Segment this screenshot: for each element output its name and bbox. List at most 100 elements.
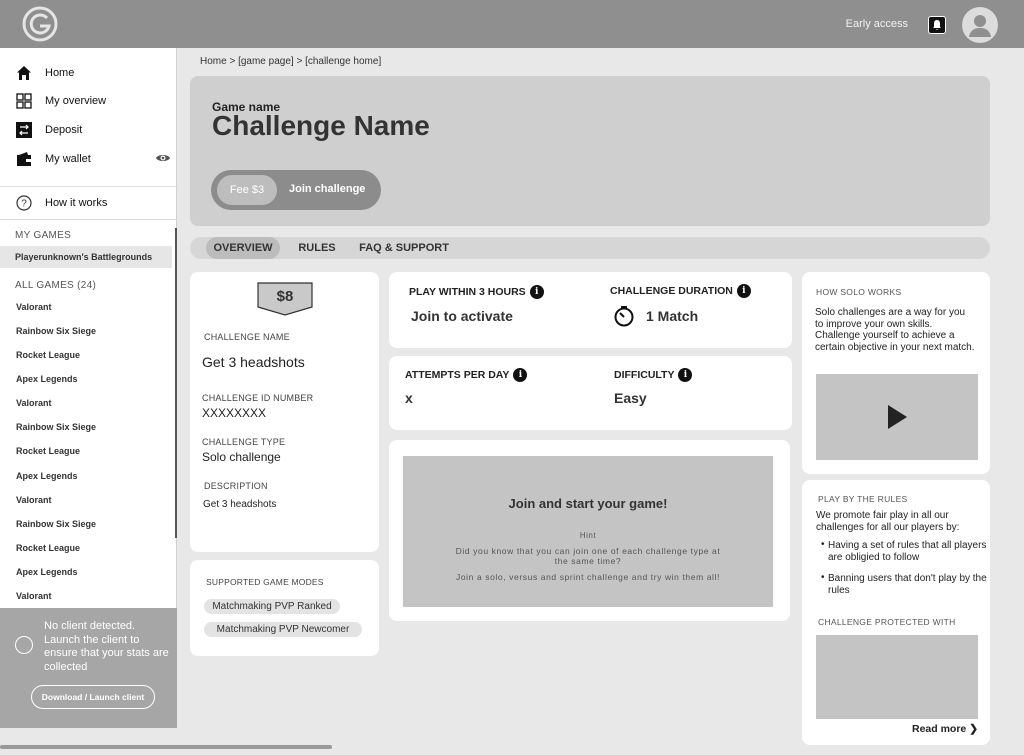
sidebar-game-item[interactable]: Rainbow Six Siege — [16, 422, 96, 432]
challenge-duration-value: 1 Match — [646, 308, 699, 324]
info-icon[interactable]: i — [529, 285, 544, 299]
how-solo-title: HOW SOLO WORKS — [816, 287, 902, 297]
game-modes-card: SUPPORTED GAME MODES Matchmaking PVP Ran… — [190, 560, 379, 656]
hint-banner: Join and start your game! Hint Did you k… — [403, 456, 773, 607]
client-status-panel: No client detected. Launch the client to… — [0, 608, 177, 728]
sidebar-game-item[interactable]: Valorant — [16, 495, 52, 505]
home-icon — [17, 66, 31, 80]
svg-text:?: ? — [21, 199, 27, 210]
hint-title: Join and start your game! — [508, 496, 668, 511]
protected-title: CHALLENGE PROTECTED WITH — [818, 617, 956, 627]
my-games-title: MY GAMES — [15, 230, 72, 241]
play-within-label: PLAY WITHIN 3 HOURS i — [409, 285, 544, 299]
sidebar-game-item[interactable]: Rainbow Six Siege — [16, 519, 96, 529]
hint-card: Join and start your game! Hint Did you k… — [389, 440, 790, 621]
rules-intro: We promote fair play in all our challeng… — [816, 510, 960, 533]
sidebar-game-item[interactable]: Rocket League — [16, 446, 80, 456]
rules-bullet: • Having a set of rules that all players … — [821, 539, 987, 563]
difficulty-value: Easy — [614, 390, 647, 406]
game-mode-chip[interactable]: Matchmaking PVP Newcomer — [204, 622, 362, 637]
attempts-value: x — [405, 390, 413, 406]
top-bar: Early access — [0, 0, 1024, 48]
challenge-type-label: CHALLENGE TYPE — [202, 437, 286, 447]
divider — [0, 219, 177, 220]
sidebar-game-item[interactable]: Apex Legends — [16, 567, 78, 577]
join-challenge-button[interactable]: Fee $3 Join challenge — [211, 170, 381, 210]
grid-icon — [16, 93, 32, 109]
challenge-name-label: CHALLENGE NAME — [204, 332, 290, 342]
tab-faq-support[interactable]: FAQ & SUPPORT — [358, 237, 450, 259]
rules-bullet: • Banning users that don't play by the ru… — [821, 572, 987, 596]
early-access-link[interactable]: Early access — [846, 18, 908, 30]
avatar[interactable] — [962, 7, 998, 43]
how-solo-text: Solo challenges are a way for you to imp… — [815, 307, 975, 353]
breadcrumb[interactable]: Home > [game page] > [challenge home] — [200, 56, 381, 67]
how-solo-works-card: HOW SOLO WORKS Solo challenges are a way… — [802, 272, 990, 474]
challenge-id-label: CHALLENGE ID NUMBER — [202, 393, 314, 403]
sidebar-game-item[interactable]: Valorant — [16, 398, 52, 408]
challenge-duration-label: CHALLENGE DURATION i — [610, 284, 751, 298]
hint-text: Did you know that you can join one of ea… — [455, 546, 721, 566]
attempts-label: ATTEMPTS PER DAY i — [405, 368, 528, 382]
help-icon: ? — [16, 195, 32, 211]
sidebar-item-how-it-works[interactable]: ? How it works — [0, 190, 177, 216]
tab-rules[interactable]: RULES — [294, 237, 340, 259]
all-games-title: ALL GAMES (24) — [15, 280, 97, 291]
info-icon[interactable]: i — [678, 368, 693, 382]
sidebar-item-label: My overview — [45, 95, 107, 107]
description-label: DESCRIPTION — [204, 481, 268, 491]
sidebar-game-item[interactable]: Apex Legends — [16, 471, 78, 481]
sidebar-game-item[interactable]: Rocket League — [16, 543, 80, 553]
sidebar-game-item[interactable]: Valorant — [16, 591, 52, 601]
sidebar-game-item[interactable]: Apex Legends — [16, 374, 78, 384]
join-challenge-label: Join challenge — [289, 183, 366, 195]
sidebar-item-label: How it works — [45, 197, 108, 209]
difficulty-label: DIFFICULTY i — [614, 368, 693, 382]
sidebar-game-item[interactable]: Valorant — [16, 302, 52, 312]
client-status-radio — [15, 636, 33, 654]
sidebar-item-label: Deposit — [45, 124, 83, 136]
video-player[interactable] — [816, 374, 978, 460]
protection-image — [816, 635, 978, 719]
info-icon[interactable]: i — [736, 284, 751, 298]
timing-card: PLAY WITHIN 3 HOURS i Join to activate CH… — [389, 272, 792, 348]
game-modes-title: SUPPORTED GAME MODES — [206, 577, 324, 587]
eye-icon[interactable] — [155, 152, 171, 164]
play-within-value: Join to activate — [411, 308, 513, 324]
game-mode-chip[interactable]: Matchmaking PVP Ranked — [204, 599, 340, 614]
rules-title: PLAY BY THE RULES — [818, 494, 908, 504]
sidebar-item-my-overview[interactable]: My overview — [0, 88, 177, 114]
stopwatch-icon — [614, 306, 634, 327]
notification-bell-icon[interactable] — [928, 16, 946, 34]
divider — [0, 186, 177, 187]
challenge-name-value: Get 3 headshots — [202, 354, 305, 370]
challenge-hero: Game name Challenge Name Fee $3 Join cha… — [190, 76, 990, 226]
challenge-details-card: $8 CHALLENGE NAME Get 3 headshots CHALLE… — [190, 272, 379, 552]
sidebar-game-item[interactable]: Rocket League — [16, 350, 80, 360]
download-client-button[interactable]: Download / Launch client — [31, 685, 155, 709]
page-title: Challenge Name — [212, 110, 430, 141]
sidebar-item-home[interactable]: Home — [0, 60, 177, 86]
client-status-text: No client detected. Launch the client to… — [44, 620, 169, 673]
description-value: Get 3 headshots — [203, 499, 277, 510]
info-icon[interactable]: i — [513, 368, 528, 382]
sidebar-item-my-wallet[interactable]: My wallet — [0, 146, 177, 172]
sidebar-scrollbar[interactable] — [175, 228, 177, 538]
read-more-link[interactable]: Read more ❯ — [912, 723, 978, 735]
tab-overview[interactable]: OVERVIEW — [206, 237, 280, 259]
play-icon[interactable] — [886, 404, 908, 430]
sidebar-item-deposit[interactable]: Deposit — [0, 117, 177, 143]
swap-icon — [16, 122, 32, 138]
price-value: $8 — [276, 288, 294, 305]
logo-icon[interactable] — [22, 6, 58, 42]
hint-label: Hint — [579, 531, 597, 540]
wallet-icon — [17, 152, 31, 166]
hint-text: Join a solo, versus and sprint challenge… — [456, 572, 720, 582]
rules-card: PLAY BY THE RULES We promote fair play i… — [802, 480, 990, 745]
sidebar-item-label: Home — [45, 67, 75, 79]
challenge-id-value: XXXXXXXX — [202, 406, 267, 420]
horizontal-scrollbar[interactable] — [0, 745, 332, 749]
sidebar-game-item[interactable]: Rainbow Six Siege — [16, 326, 96, 336]
sidebar-game-pubg[interactable]: Playerunknown's Battlegrounds — [0, 246, 172, 268]
fee-badge: Fee $3 — [217, 175, 277, 205]
